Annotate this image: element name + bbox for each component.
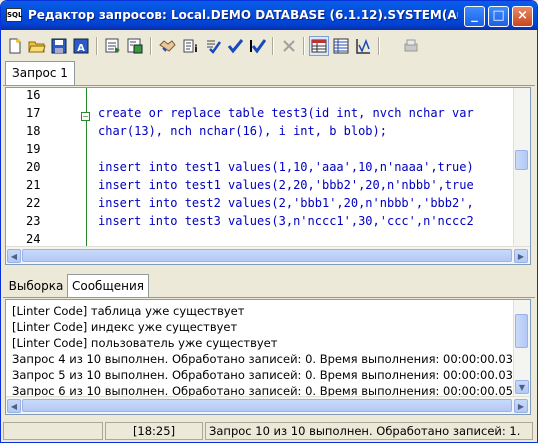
scroll-left-icon[interactable]: ◀	[7, 249, 21, 263]
editor-vertical-scrollbar[interactable]	[513, 88, 530, 246]
query-editor-window: SQL Редактор запросов: Local.DEMO DATABA…	[0, 0, 538, 443]
cursor-position: [18:25]	[105, 422, 203, 440]
fold-toggle-icon[interactable]: −	[81, 112, 90, 121]
line-number: 17	[26, 106, 41, 120]
execute-icon[interactable]	[103, 36, 123, 56]
open-folder-icon[interactable]	[27, 36, 47, 56]
scroll-down-icon[interactable]: ▼	[515, 380, 529, 394]
toolbar-separator	[272, 37, 274, 55]
line-number: 19	[26, 142, 41, 156]
toolbar: A i	[3, 32, 535, 59]
message-line: [Linter Code] таблица уже существует	[12, 304, 245, 318]
tab-messages[interactable]: Сообщения	[67, 274, 149, 298]
line-number: 24	[26, 232, 41, 246]
pane-splitter[interactable]	[3, 267, 535, 271]
svg-text:i: i	[194, 44, 197, 55]
commit-icon[interactable]	[225, 36, 245, 56]
rollback-icon[interactable]	[247, 36, 267, 56]
editor-horizontal-scrollbar[interactable]: ◀ ▶	[6, 246, 530, 264]
scroll-thumb[interactable]	[515, 150, 528, 170]
messages-horizontal-scrollbar[interactable]: ◀ ▶	[6, 396, 530, 414]
close-button[interactable]: ×	[512, 6, 533, 27]
message-line: [Linter Code] индекс уже существует	[12, 320, 238, 334]
title-bar[interactable]: SQL Редактор запросов: Local.DEMO DATABA…	[1, 1, 537, 30]
code-line: insert into test3 values(3,n'nccc1',30,'…	[98, 214, 474, 228]
scroll-thumb[interactable]	[515, 314, 528, 348]
scroll-thumb[interactable]	[22, 399, 512, 412]
line-number: 21	[26, 178, 41, 192]
toolbar-separator	[150, 37, 152, 55]
line-number: 18	[26, 124, 41, 138]
message-line: Запрос 5 из 10 выполнен. Обработано запи…	[12, 368, 517, 382]
scroll-left-icon[interactable]: ◀	[7, 399, 21, 413]
save-as-icon[interactable]: A	[71, 36, 91, 56]
print-icon[interactable]	[401, 36, 421, 56]
line-number: 22	[26, 196, 41, 210]
svg-text:A: A	[77, 43, 85, 54]
toolbar-separator	[378, 37, 380, 55]
code-area[interactable]: create or replace table test3(id int, nv…	[98, 88, 512, 246]
handshake-icon[interactable]	[157, 36, 177, 56]
minimize-button[interactable]: _	[464, 6, 485, 27]
scroll-right-icon[interactable]: ▶	[514, 249, 528, 263]
app-icon: SQL	[6, 8, 22, 22]
code-line: insert into test2 values(2,'bbb1',20,n'n…	[98, 196, 474, 210]
tab-divider	[3, 297, 535, 298]
status-bar: [18:25] Запрос 10 из 10 выполнен. Обрабо…	[1, 419, 537, 442]
code-line: insert into test1 values(2,20,'bbb2',20,…	[98, 178, 474, 192]
chart-icon[interactable]	[353, 36, 373, 56]
scroll-thumb[interactable]	[22, 249, 512, 262]
messages-pane[interactable]: [Linter Code] таблица уже существует [Li…	[5, 299, 531, 415]
cancel-icon[interactable]	[279, 36, 299, 56]
line-number: 20	[26, 160, 41, 174]
status-message: Запрос 10 из 10 выполнен. Обработано зап…	[205, 422, 533, 440]
tab-query-1[interactable]: Запрос 1	[5, 61, 75, 85]
code-line: create or replace table test3(id int, nv…	[98, 106, 474, 120]
toolbar-separator	[303, 37, 305, 55]
status-panel-empty	[3, 422, 103, 440]
explain-icon[interactable]: i	[181, 36, 201, 56]
code-line: char(13), nch nchar(16), i int, b blob);	[98, 124, 387, 138]
window-title: Редактор запросов: Local.DEMO DATABASE (…	[28, 8, 458, 22]
sql-editor[interactable]: 16 17 18 19 20 21 22 23 24 − create or r…	[5, 87, 531, 265]
grid-view-icon[interactable]	[309, 36, 329, 56]
scroll-right-icon[interactable]: ▶	[514, 399, 528, 413]
line-gutter: 16 17 18 19 20 21 22 23 24	[6, 88, 84, 246]
code-line: insert into test1 values(1,10,'aaa',10,n…	[98, 160, 474, 174]
message-line: Запрос 4 из 10 выполнен. Обработано запи…	[12, 352, 517, 366]
new-file-icon[interactable]	[5, 36, 25, 56]
save-icon[interactable]	[49, 36, 69, 56]
message-line: [Linter Code] пользователь уже существуе…	[12, 336, 278, 350]
check-syntax-icon[interactable]	[203, 36, 223, 56]
line-number: 23	[26, 214, 41, 228]
execute-all-icon[interactable]	[125, 36, 145, 56]
line-number: 16	[26, 88, 41, 102]
messages-vertical-scrollbar[interactable]: ▼	[513, 300, 530, 396]
toolbar-separator	[96, 37, 98, 55]
list-view-icon[interactable]	[331, 36, 351, 56]
tab-divider	[3, 85, 535, 86]
tab-results[interactable]: Выборка	[5, 274, 67, 297]
maximize-button[interactable]: □	[488, 6, 509, 27]
